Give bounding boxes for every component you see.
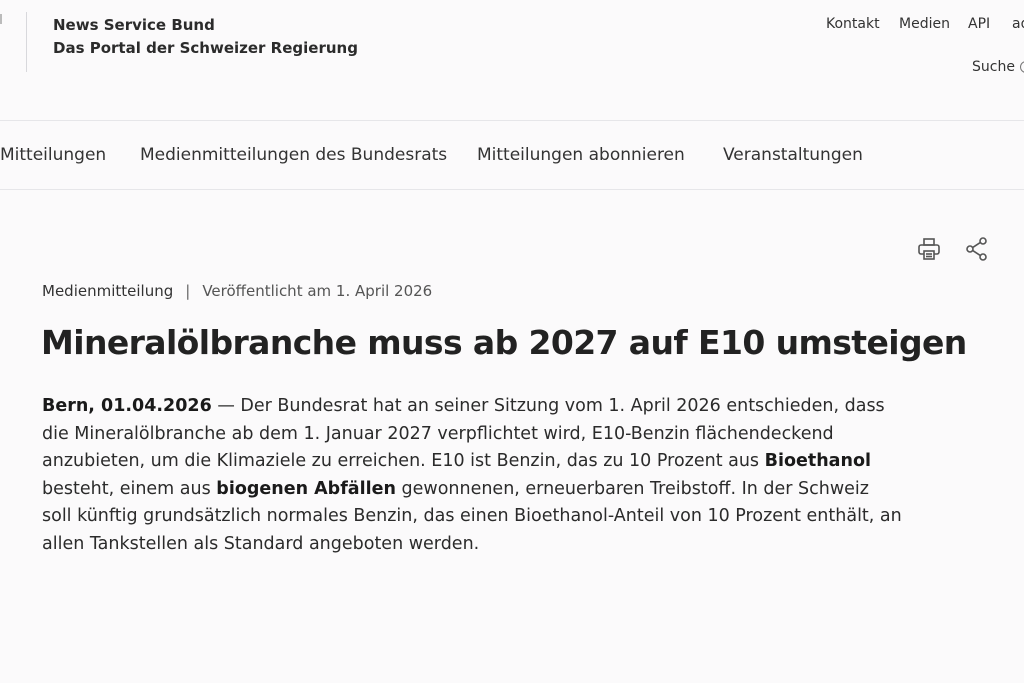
- lead-text-2: besteht, einem aus: [42, 478, 217, 499]
- article-meta: Medienmitteilung | Veröffentlicht am 1. Ap…: [42, 282, 432, 300]
- nav-item-veranstaltungen[interactable]: Veranstaltungen: [723, 145, 863, 165]
- dateline: Bern, 01.04.2026: [42, 396, 212, 416]
- nav-bottom-divider: [0, 189, 1024, 190]
- nav-top-divider: [0, 120, 1024, 121]
- nav-item-medienmitteilungen-bundesrat[interactable]: Medienmitteilungen des Bundesrats: [140, 145, 447, 165]
- article-lead: Bern, 01.04.2026 — Der Bundesrat hat an …: [42, 393, 902, 558]
- article-headline: Mineralölbranche muss ab 2027 auf E10 um…: [41, 323, 967, 362]
- header-divider: [26, 12, 27, 72]
- search-link[interactable]: Suche: [972, 59, 1015, 75]
- site-title[interactable]: News Service Bund Das Portal der Schweiz…: [53, 14, 358, 60]
- meta-nav-api[interactable]: API: [968, 16, 990, 32]
- nav-item-mitteilungen[interactable]: Mitteilungen: [0, 145, 106, 165]
- meta-nav-ad[interactable]: ad: [1012, 16, 1024, 32]
- nav-item-abonnieren[interactable]: Mitteilungen abonnieren: [477, 145, 685, 165]
- article-type: Medienmitteilung: [42, 282, 174, 300]
- search-icon[interactable]: [1020, 61, 1024, 73]
- keyword-bioethanol: Bioethanol: [764, 451, 871, 471]
- meta-nav-medien[interactable]: Medien: [899, 16, 950, 32]
- site-header: News Service Bund Das Portal der Schweiz…: [0, 0, 1024, 120]
- share-icon[interactable]: [964, 236, 990, 262]
- meta-separator: |: [185, 282, 191, 300]
- meta-nav-kontakt[interactable]: Kontakt: [826, 16, 880, 32]
- publish-date: Veröffentlicht am 1. April 2026: [202, 282, 433, 300]
- site-title-line2: Das Portal der Schweizer Regierung: [53, 39, 358, 57]
- keyword-biogene-abfaelle: biogenen Abfällen: [216, 478, 396, 499]
- site-title-line1: News Service Bund: [53, 16, 215, 34]
- printer-icon[interactable]: [916, 236, 942, 262]
- logo-fragment: [0, 14, 2, 24]
- article-tools: [916, 236, 991, 262]
